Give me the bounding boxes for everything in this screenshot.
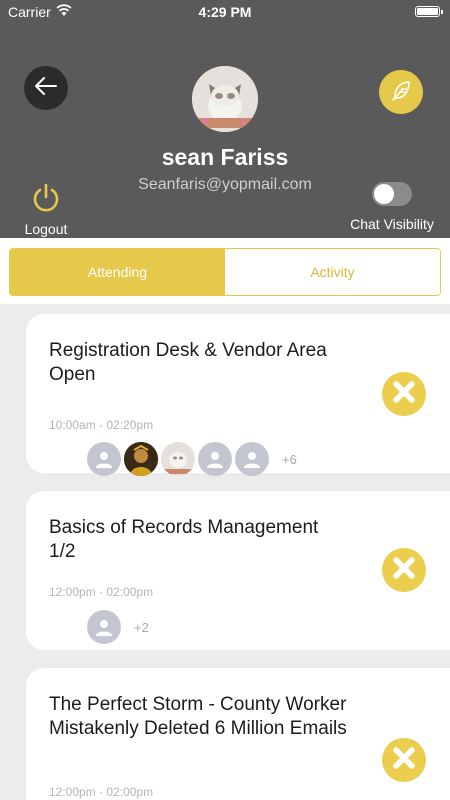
event-time: 12:00pm - 02:00pm [49,585,154,599]
toggle-knob [374,184,394,204]
status-bar: Carrier 4:29 PM [0,0,450,24]
attendee-photo [124,442,158,476]
attendee-avatar [235,442,269,476]
user-icon [96,452,112,468]
user-icon [244,452,260,468]
close-icon [393,746,415,774]
attendee-more-count: +6 [282,451,297,467]
clock: 4:29 PM [198,4,252,20]
attendee-avatar-photo [124,442,158,476]
chat-visibility-toggle[interactable] [372,182,412,206]
event-card[interactable]: The Perfect Storm - County Worker Mistak… [26,668,450,800]
event-time: 12:00pm - 02:00pm [49,785,154,799]
battery-icon [415,6,443,17]
close-icon [393,380,415,408]
logout-label: Logout [24,221,68,237]
event-card[interactable]: Registration Desk & Vendor Area Open 10:… [26,314,450,476]
avatar[interactable] [192,66,258,132]
edit-profile-button[interactable] [379,70,423,114]
close-icon [393,556,415,584]
profile-header: sean Fariss Seanfaris@yopmail.com Logout… [0,24,450,238]
back-button[interactable] [24,66,68,110]
remove-event-button[interactable] [382,548,426,592]
event-time: 10:00am - 02:20pm [49,418,154,432]
remove-event-button[interactable] [382,372,426,416]
event-title: The Perfect Storm - County Worker Mistak… [49,694,347,739]
user-icon [96,620,112,636]
attendee-avatar-photo [161,442,195,476]
segmented-tabs: Attending Activity [9,248,441,296]
event-list[interactable]: Registration Desk & Vendor Area Open 10:… [0,304,450,800]
attendee-list: +6 [87,442,297,476]
attendee-list: +2 [87,610,149,644]
tabs-container: Attending Activity [0,238,450,304]
user-icon [207,452,223,468]
attendee-more-count: +2 [134,619,149,635]
tab-attending[interactable]: Attending [10,249,225,295]
attendee-avatar [87,610,121,644]
remove-event-button[interactable] [382,738,426,782]
tab-activity[interactable]: Activity [225,249,440,295]
user-name: sean Fariss [161,144,289,170]
arrow-left-icon [35,76,57,100]
feather-icon [389,78,413,107]
chat-visibility: Chat Visibility [346,182,438,232]
logout-button[interactable]: Logout [20,182,72,237]
event-title: Registration Desk & Vendor Area Open [49,340,327,385]
avatar-cat-image [192,66,258,132]
chat-visibility-label: Chat Visibility [350,216,434,232]
power-icon [30,183,62,218]
event-card[interactable]: Basics of Records Management 1/2 12:00pm… [26,491,450,650]
attendee-photo [161,442,195,476]
event-title: Basics of Records Management 1/2 [49,517,319,562]
attendee-avatar [198,442,232,476]
attendee-avatar [87,442,121,476]
